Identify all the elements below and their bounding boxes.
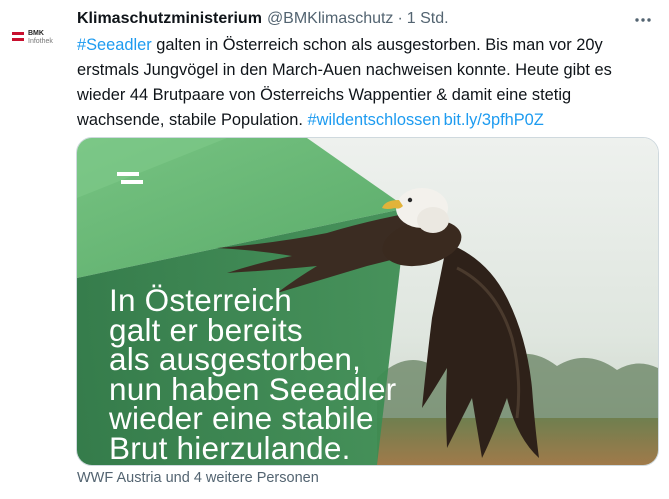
hashtag-seeadler[interactable]: #Seeadler xyxy=(77,36,152,54)
header-separator: · xyxy=(397,10,403,27)
tweet-link[interactable]: bit.ly/3pfhP0Z xyxy=(444,111,544,129)
account-name[interactable]: Klimaschutzministerium xyxy=(77,10,262,28)
account-handle[interactable]: @BMKlimaschutz xyxy=(267,10,394,28)
tweet-media[interactable]: In Österreich galt er bereits als ausges… xyxy=(76,137,659,466)
avatar[interactable]: BMK Infothek xyxy=(6,8,64,66)
tweet-text: #Seeadler galten in Österreich schon als… xyxy=(77,33,662,133)
avatar-logo-line1: BMK xyxy=(28,30,44,37)
media-caption: In Österreich galt er bereits als ausges… xyxy=(109,285,396,466)
tweet: BMK Infothek Klimaschutzministerium @BMK… xyxy=(0,0,669,499)
tweet-timestamp[interactable]: 1 Std. xyxy=(407,10,449,28)
avatar-logo-text: BMK Infothek xyxy=(28,30,53,46)
more-button[interactable] xyxy=(629,6,657,34)
liked-by-text[interactable]: WWF Austria und 4 weitere Personen xyxy=(77,470,319,486)
hashtag-wildentschlossen[interactable]: #wildentschlossen xyxy=(308,111,441,129)
tweet-header: Klimaschutzministerium @BMKlimaschutz · … xyxy=(77,8,449,30)
more-dots-icon xyxy=(635,18,651,22)
media-line: Brut hierzulande. xyxy=(109,429,351,466)
avatar-logo-line2: Infothek xyxy=(28,38,53,45)
austria-flag-icon xyxy=(12,32,24,41)
